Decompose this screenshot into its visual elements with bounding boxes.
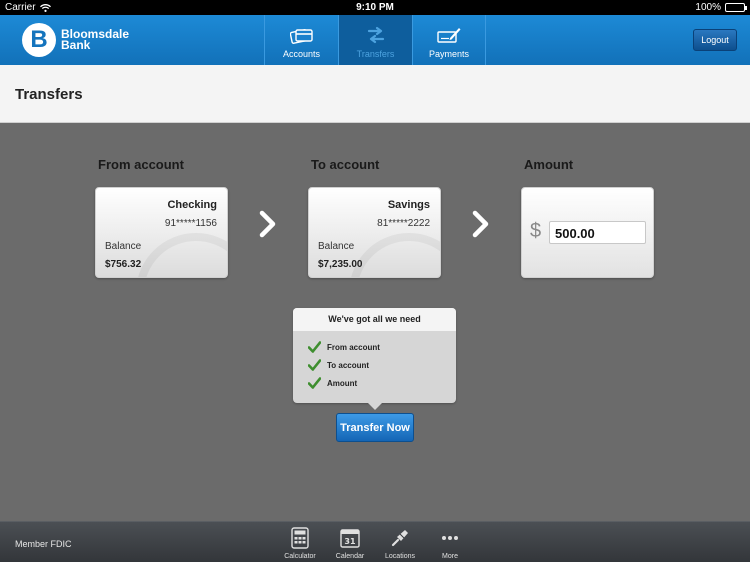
popover-pointer [368,403,382,410]
checklist-item: Amount [308,377,357,389]
to-account-heading: To account [311,157,380,172]
member-fdic-label: Member FDIC [15,539,72,549]
checkmark-icon [308,341,321,353]
bottom-nav: Calculator 31 Calendar Locations More [275,526,475,560]
from-account-card[interactable]: Checking 91*****1156 Balance $756.32 [95,187,228,278]
card-decoration [349,233,440,277]
locations-icon [391,530,408,547]
logout-button[interactable]: Logout [693,29,737,51]
from-account-number: 91*****1156 [164,218,217,229]
transfers-icon [367,26,384,44]
bank-logo: B Bloomsdale Bank [22,23,129,57]
tab-accounts[interactable]: Accounts [264,15,338,65]
amount-input[interactable]: 500.00 [549,221,646,244]
locations-label: Locations [385,553,415,560]
battery-icon [725,3,747,12]
to-account-card[interactable]: Savings 81*****2222 Balance $7,235.00 [308,187,441,278]
accounts-icon [289,29,313,44]
calculator-label: Calculator [284,553,316,560]
calculator-icon [291,527,309,549]
requirements-checklist: We've got all we need From account To ac… [293,308,456,410]
calculator-button[interactable]: Calculator [275,526,325,560]
svg-text:31: 31 [344,537,356,546]
page-header: Transfers [0,65,750,123]
checklist-title: We've got all we need [293,308,456,331]
to-account-name: Savings [387,199,430,211]
tab-payments-label: Payments [428,49,470,59]
status-bar: Carrier 9:10 PM 100% [0,0,750,15]
tab-transfers[interactable]: Transfers [338,15,412,65]
from-balance-value: $756.32 [105,259,142,270]
to-account-number: 81*****2222 [377,218,430,229]
bottom-toolbar: Member FDIC Calculator 31 Calendar Locat… [0,521,750,562]
tab-accounts-label: Accounts [282,49,321,59]
page-title: Transfers [15,86,83,103]
clock: 9:10 PM [356,2,394,13]
nav-tabs: Accounts Transfers Payments [264,15,486,65]
currency-symbol: $ [530,220,542,242]
from-account-name: Checking [167,199,217,211]
more-button[interactable]: More [425,526,475,560]
top-navigation: B Bloomsdale Bank Accounts Transfers Pay… [0,15,750,65]
more-label: More [442,553,458,560]
transfer-now-button[interactable]: Transfer Now [336,413,414,442]
tab-transfers-label: Transfers [356,49,395,59]
calendar-icon: 31 [340,529,360,548]
battery-percent: 100% [695,2,721,13]
more-icon [442,536,458,540]
locations-button[interactable]: Locations [375,526,425,560]
logo-mark: B [22,23,56,57]
to-balance-label: Balance [318,241,355,252]
chevron-right-icon [472,210,489,238]
battery-indicator: 100% [695,2,747,13]
checkmark-icon [308,377,321,389]
amount-heading: Amount [524,157,574,172]
logo-wordmark: Bloomsdale Bank [61,27,130,52]
checkmark-icon [308,359,321,371]
chevron-right-icon [259,210,276,238]
checklist-item: To account [308,359,369,371]
card-decoration [136,233,227,277]
calendar-button[interactable]: 31 Calendar [325,526,375,560]
checklist-item: From account [308,341,380,353]
to-balance-value: $7,235.00 [318,259,363,270]
from-balance-label: Balance [105,241,142,252]
from-account-heading: From account [98,157,184,172]
amount-card: $ 500.00 [521,187,654,278]
calendar-label: Calendar [335,553,365,560]
tab-payments[interactable]: Payments [412,15,486,65]
payments-icon [437,28,461,43]
